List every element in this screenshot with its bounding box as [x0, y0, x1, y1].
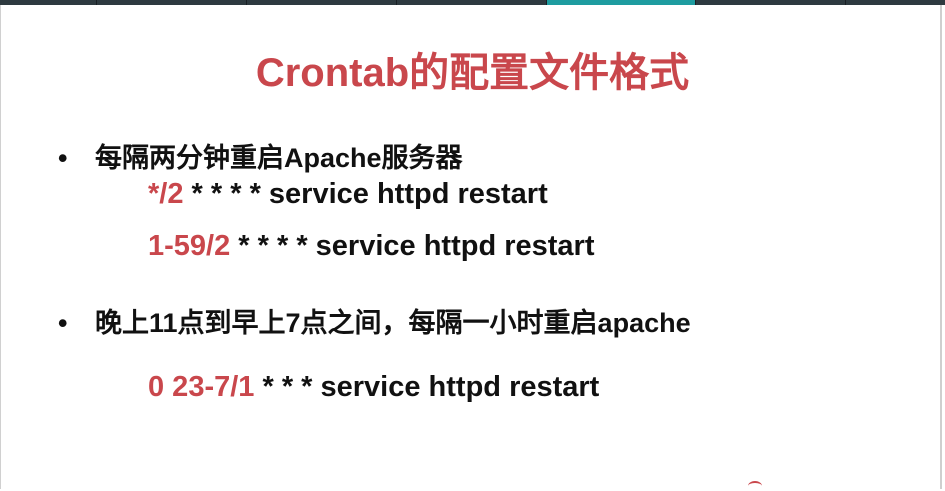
cron-command: * * * * service httpd restart	[183, 178, 548, 210]
cron-time-field: */2	[148, 178, 184, 210]
bullet-text: 每隔两分钟重启Apache服务器	[95, 143, 463, 173]
slide-title: Crontab的配置文件格式	[255, 51, 690, 95]
cron-command: * * * * service httpd restart	[230, 230, 595, 262]
bullet-text: 晚上11点到早上7点之间，每隔一小时重启apache	[95, 308, 691, 338]
cron-time-field: 1-59/2	[148, 230, 231, 262]
bullet-item: • 每隔两分钟重启Apache服务器	[58, 136, 463, 175]
cron-time-field: 0 23-7/1	[148, 371, 255, 403]
bullet-dot: •	[58, 308, 68, 338]
cron-example: */2 * * * * service httpd restart	[148, 178, 548, 211]
pointer-mark	[748, 481, 762, 491]
bullet-dot: •	[58, 143, 68, 173]
cron-command: * * * service httpd restart	[254, 371, 600, 403]
cron-example: 1-59/2 * * * * service httpd restart	[148, 230, 595, 263]
bullet-item: • 晚上11点到早上7点之间，每隔一小时重启apache	[58, 301, 691, 340]
cron-example: 0 23-7/1 * * * service httpd restart	[148, 371, 599, 404]
